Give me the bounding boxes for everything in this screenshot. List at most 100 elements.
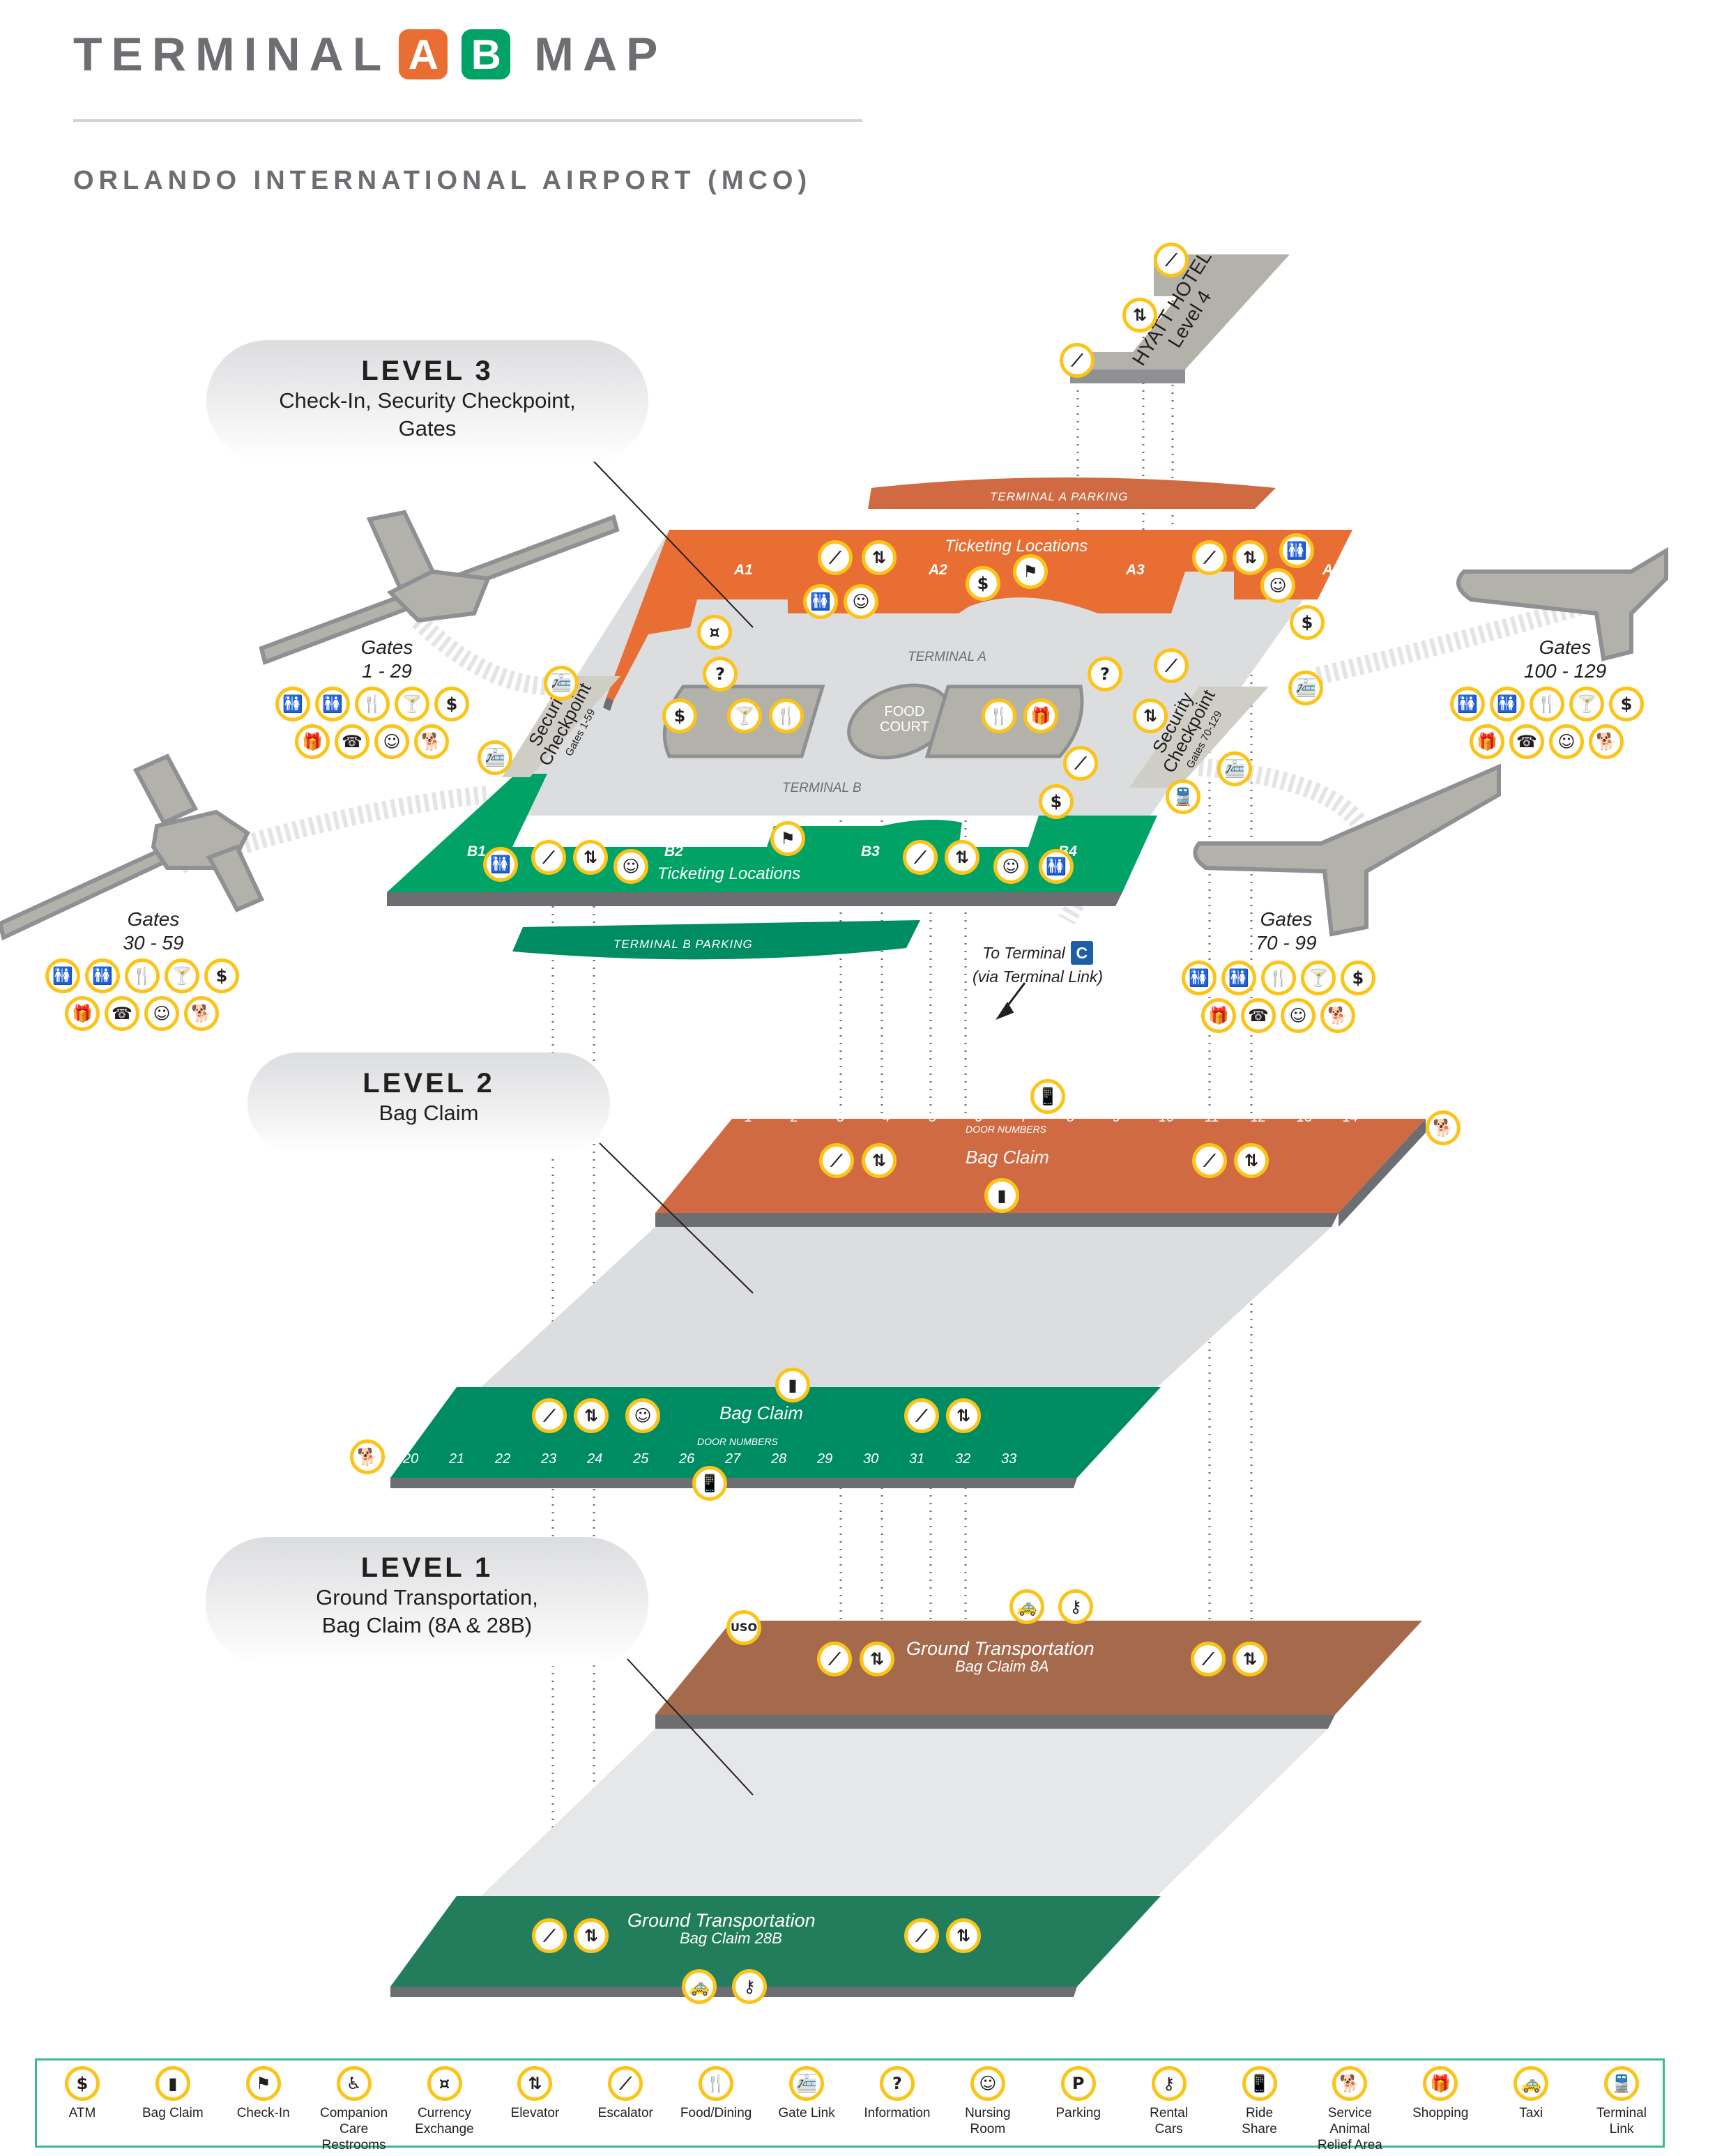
bag-claim-icon[interactable]: ▮ [775, 1368, 810, 1402]
atm-icon[interactable]: $ [662, 698, 697, 733]
service-animal-icon[interactable]: 🐕 [414, 724, 449, 759]
terminal-link-icon[interactable]: 🚆 [1166, 779, 1200, 814]
elevator-icon[interactable]: ⇅ [946, 1398, 981, 1433]
escalator-icon[interactable]: ⟋ [903, 840, 938, 875]
rental-cars-icon[interactable]: ⚷ [1058, 1589, 1093, 1624]
phone-icon[interactable]: ☎ [1509, 724, 1544, 759]
nursing-room-icon[interactable]: ☺ [1549, 724, 1584, 759]
atm-icon[interactable]: $ [1341, 961, 1375, 995]
companion-care-restrooms-icon[interactable]: 🚻 [1279, 533, 1314, 568]
elevator-icon[interactable]: ⇅ [1233, 1642, 1267, 1676]
escalator-icon[interactable]: ⟋ [904, 1918, 939, 1953]
restrooms-icon[interactable]: 🚻 [85, 958, 120, 993]
ride-share-icon[interactable]: 📱 [1030, 1079, 1065, 1114]
ride-share-icon[interactable]: 📱 [692, 1466, 727, 1501]
shopping-icon[interactable]: 🎁 [1201, 998, 1236, 1033]
nursing-room-icon[interactable]: ☺ [374, 724, 409, 759]
atm-icon[interactable]: $ [966, 566, 1000, 601]
gate-link-icon[interactable]: 🚈 [1217, 751, 1252, 786]
service-animal-icon[interactable]: 🐕 [1589, 724, 1624, 759]
escalator-icon[interactable]: ⟋ [1192, 1143, 1227, 1178]
companion-care-restrooms-icon[interactable]: 🚻 [1450, 687, 1485, 721]
bar-icon[interactable]: 🍸 [395, 687, 429, 721]
phone-icon[interactable]: ☎ [105, 996, 139, 1031]
bag-claim-icon[interactable]: ▮ [984, 1178, 1019, 1213]
food-dining-icon[interactable]: 🍴 [1530, 687, 1564, 721]
bar-icon[interactable]: 🍸 [1569, 687, 1604, 721]
nursing-room-icon[interactable]: ☺ [144, 996, 179, 1031]
companion-care-restrooms-icon[interactable]: 🚻 [45, 958, 80, 993]
escalator-icon[interactable]: ⟋ [1154, 243, 1189, 277]
bar-icon[interactable]: 🍸 [1301, 961, 1336, 995]
elevator-icon[interactable]: ⇅ [862, 540, 897, 575]
nursing-room-icon[interactable]: ☺ [625, 1398, 660, 1433]
elevator-icon[interactable]: ⇅ [860, 1642, 894, 1676]
service-animal-icon[interactable]: 🐕 [1426, 1110, 1461, 1145]
escalator-icon[interactable]: ⟋ [1060, 343, 1095, 378]
escalator-icon[interactable]: ⟋ [531, 840, 566, 875]
gate-link-icon[interactable]: 🚈 [478, 740, 512, 775]
information-icon[interactable]: ? [703, 657, 738, 691]
companion-care-restrooms-icon[interactable]: 🚻 [1182, 961, 1217, 995]
taxi-icon[interactable]: 🚕 [682, 1969, 717, 2004]
bar-icon[interactable]: 🍸 [727, 698, 762, 733]
check-in-icon[interactable]: ⚑ [770, 821, 805, 856]
elevator-icon[interactable]: ⇅ [574, 1918, 609, 1953]
food-dining-icon[interactable]: 🍴 [769, 698, 804, 733]
atm-icon[interactable]: $ [204, 958, 239, 993]
elevator-icon[interactable]: ⇅ [1234, 1143, 1269, 1178]
atm-icon[interactable]: $ [1290, 605, 1325, 640]
restrooms-icon[interactable]: 🚻 [315, 687, 350, 721]
restrooms-icon[interactable]: 🚻 [1221, 961, 1256, 995]
gate-link-icon[interactable]: 🚈 [1288, 671, 1323, 705]
escalator-icon[interactable]: ⟋ [817, 1642, 852, 1676]
service-animal-icon[interactable]: 🐕 [1320, 998, 1355, 1033]
nursing-room-icon[interactable]: ☺ [844, 584, 878, 619]
shopping-icon[interactable]: 🎁 [1470, 724, 1504, 759]
food-dining-icon[interactable]: 🍴 [1261, 961, 1296, 995]
companion-care-restrooms-icon[interactable]: 🚻 [803, 584, 838, 619]
elevator-icon[interactable]: ⇅ [573, 840, 608, 875]
food-dining-icon[interactable]: 🍴 [355, 687, 390, 721]
escalator-icon[interactable]: ⟋ [818, 540, 853, 575]
nursing-room-icon[interactable]: ☺ [993, 849, 1028, 884]
atm-icon[interactable]: $ [1609, 687, 1644, 721]
elevator-icon[interactable]: ⇅ [945, 840, 979, 875]
elevator-icon[interactable]: ⇅ [1122, 298, 1157, 332]
food-dining-icon[interactable]: 🍴 [982, 698, 1016, 733]
escalator-icon[interactable]: ⟋ [1192, 540, 1227, 575]
information-icon[interactable]: ? [1088, 657, 1122, 691]
atm-icon[interactable]: $ [1039, 784, 1074, 819]
shopping-icon[interactable]: 🎁 [1023, 698, 1058, 733]
service-animal-icon[interactable]: 🐕 [184, 996, 219, 1031]
taxi-icon[interactable]: 🚕 [1009, 1589, 1044, 1624]
escalator-icon[interactable]: ⟋ [532, 1918, 567, 1953]
escalator-icon[interactable]: ⟋ [1191, 1642, 1226, 1676]
elevator-icon[interactable]: ⇅ [1133, 698, 1168, 733]
nursing-room-icon[interactable]: ☺ [1260, 568, 1295, 603]
elevator-icon[interactable]: ⇅ [862, 1143, 897, 1178]
nursing-room-icon[interactable]: ☺ [613, 849, 648, 884]
elevator-icon[interactable]: ⇅ [946, 1918, 981, 1953]
companion-care-restrooms-icon[interactable]: 🚻 [275, 687, 310, 721]
check-in-icon[interactable]: ⚑ [1013, 554, 1048, 589]
elevator-icon[interactable]: ⇅ [1233, 540, 1267, 575]
service-animal-icon[interactable]: 🐕 [350, 1439, 385, 1474]
bar-icon[interactable]: 🍸 [165, 958, 199, 993]
uso-icon[interactable]: USO [726, 1610, 761, 1645]
restrooms-icon[interactable]: 🚻 [1490, 687, 1525, 721]
rental-cars-icon[interactable]: ⚷ [732, 1969, 767, 2004]
phone-icon[interactable]: ☎ [1241, 998, 1276, 1033]
currency-exchange-icon[interactable]: ¤ [697, 615, 732, 650]
escalator-icon[interactable]: ⟋ [1154, 648, 1189, 683]
escalator-icon[interactable]: ⟋ [532, 1398, 567, 1433]
shopping-icon[interactable]: 🎁 [295, 724, 330, 759]
companion-care-restrooms-icon[interactable]: 🚻 [1039, 849, 1074, 884]
escalator-icon[interactable]: ⟋ [904, 1398, 939, 1433]
escalator-icon[interactable]: ⟋ [819, 1143, 854, 1178]
food-dining-icon[interactable]: 🍴 [125, 958, 160, 993]
nursing-room-icon[interactable]: ☺ [1281, 998, 1316, 1033]
shopping-icon[interactable]: 🎁 [65, 996, 100, 1031]
escalator-icon[interactable]: ⟋ [1063, 746, 1098, 781]
phone-icon[interactable]: ☎ [335, 724, 369, 759]
